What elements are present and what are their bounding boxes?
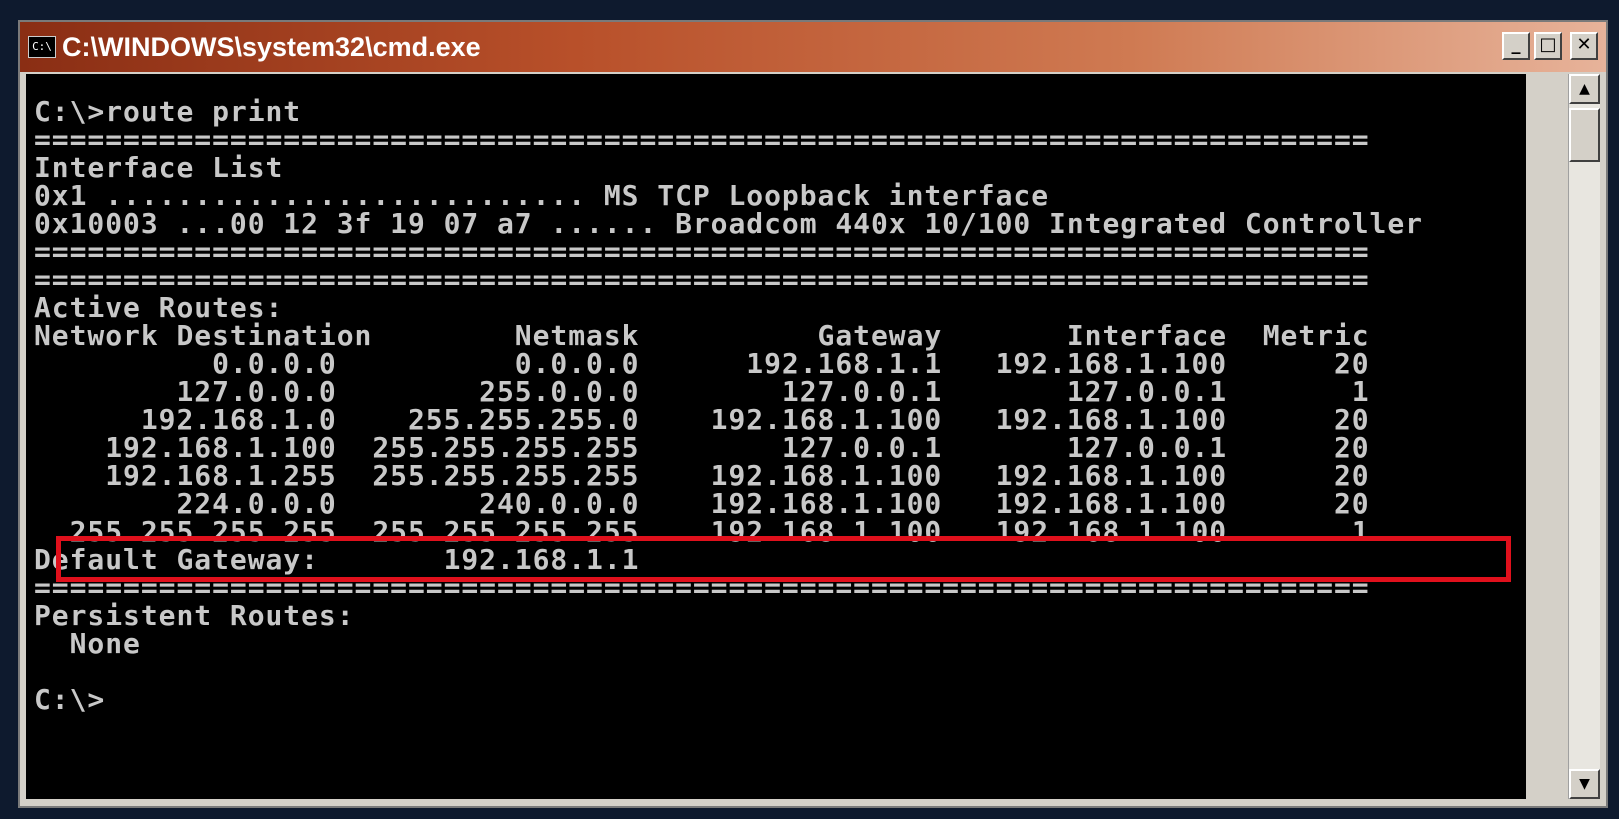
- close-button[interactable]: ✕: [1570, 32, 1598, 60]
- console-output[interactable]: C:\>route print ========================…: [26, 74, 1526, 799]
- scroll-down-arrow-icon[interactable]: ▼: [1569, 769, 1600, 799]
- console-line: 0x1 ........................... MS TCP L…: [34, 179, 1050, 212]
- console-icon[interactable]: C:\: [28, 36, 56, 58]
- console-line: 0x10003 ...00 12 3f 19 07 a7 ...... Broa…: [34, 207, 1423, 240]
- cmd-window: C:\ C:\WINDOWS\system32\cmd.exe _ □ ✕ C:…: [18, 20, 1608, 808]
- console-line: None: [34, 627, 141, 660]
- console-line: 192.168.1.0 255.255.255.0 192.168.1.100 …: [34, 403, 1370, 436]
- console-line: C:\>route print: [34, 95, 302, 128]
- console-line: 127.0.0.0 255.0.0.0 127.0.0.1 127.0.0.1 …: [34, 375, 1370, 408]
- minimize-button[interactable]: _: [1502, 32, 1530, 60]
- console-line: 224.0.0.0 240.0.0.0 192.168.1.100 192.16…: [34, 487, 1370, 520]
- console-line: ========================================…: [34, 123, 1370, 156]
- console-line: Interface List: [34, 151, 284, 184]
- console-line: ========================================…: [34, 263, 1370, 296]
- console-line: Network Destination Netmask Gateway Inte…: [34, 319, 1370, 352]
- window-title: C:\WINDOWS\system32\cmd.exe: [62, 32, 481, 62]
- route-highlight-box: [56, 536, 1511, 582]
- console-line: 192.168.1.100 255.255.255.255 127.0.0.1 …: [34, 431, 1370, 464]
- console-line: C:\>: [34, 683, 106, 716]
- console-line: 192.168.1.255 255.255.255.255 192.168.1.…: [34, 459, 1370, 492]
- console-line: Persistent Routes:: [34, 599, 355, 632]
- scroll-up-arrow-icon[interactable]: ▲: [1569, 74, 1600, 104]
- vertical-scrollbar[interactable]: ▲ ▼: [1568, 74, 1600, 799]
- console-line: 0.0.0.0 0.0.0.0 192.168.1.1 192.168.1.10…: [34, 347, 1370, 380]
- console-line: Active Routes:: [34, 291, 284, 324]
- scroll-thumb[interactable]: [1569, 108, 1600, 162]
- maximize-button[interactable]: □: [1534, 32, 1562, 60]
- console-line: ========================================…: [34, 235, 1370, 268]
- title-bar[interactable]: C:\ C:\WINDOWS\system32\cmd.exe _ □ ✕: [20, 22, 1606, 72]
